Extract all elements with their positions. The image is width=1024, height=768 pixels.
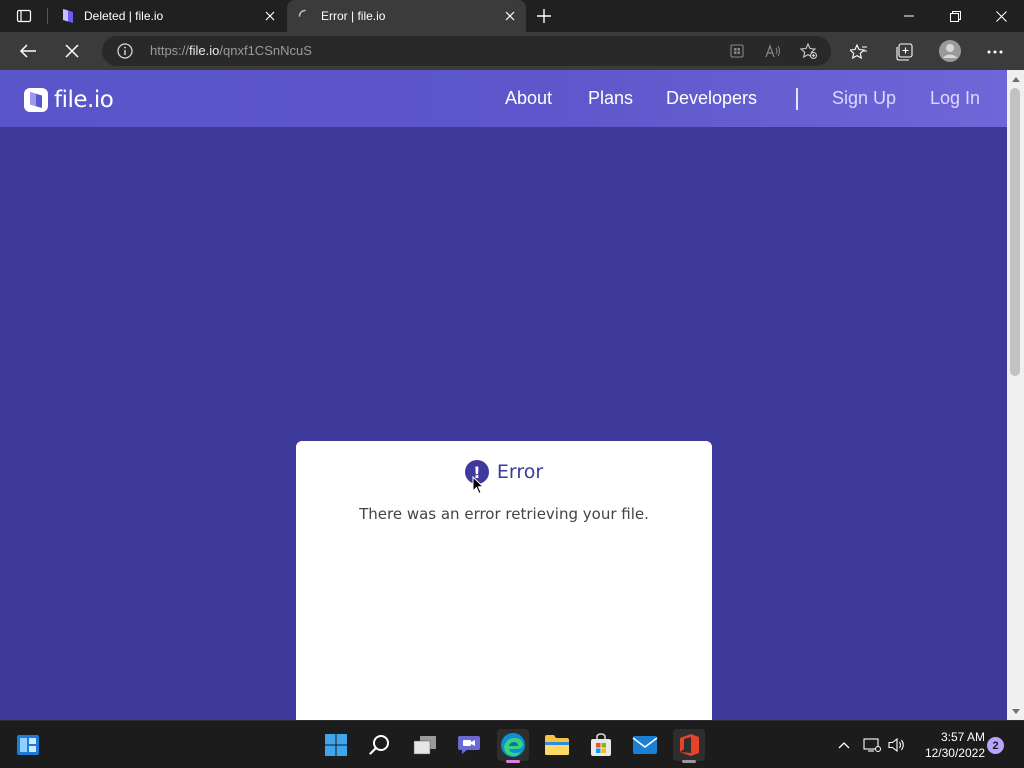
site-logo[interactable]: file.io bbox=[24, 87, 114, 113]
clock-time: 3:57 AM bbox=[940, 730, 985, 744]
error-title: Error bbox=[496, 461, 544, 483]
tab-strip: Deleted | file.io Error | file.io bbox=[0, 0, 1024, 32]
logo-text: file.io bbox=[54, 87, 114, 113]
error-message: There was an error retrieving your file. bbox=[359, 505, 649, 523]
back-arrow-icon[interactable] bbox=[14, 37, 42, 65]
close-window-icon[interactable] bbox=[978, 0, 1024, 32]
notification-badge[interactable]: 2 bbox=[987, 737, 1004, 754]
nav-divider bbox=[796, 88, 798, 110]
taskbar: 3:57 AM 12/30/2022 2 bbox=[0, 720, 1024, 768]
site-header: file.io About Plans Developers Sign Up L… bbox=[0, 70, 1007, 127]
tab-separator bbox=[47, 8, 48, 24]
volume-icon[interactable] bbox=[887, 735, 907, 755]
add-favorite-icon[interactable] bbox=[799, 41, 819, 61]
more-menu-icon[interactable] bbox=[984, 41, 1006, 63]
error-card: ! Error There was an error retrieving yo… bbox=[296, 441, 712, 720]
scroll-up-arrow-icon[interactable] bbox=[1007, 72, 1024, 86]
active-app-indicator bbox=[506, 760, 520, 763]
fileio-favicon-icon bbox=[60, 8, 76, 24]
office-icon[interactable] bbox=[673, 729, 705, 763]
nav-developers[interactable]: Developers bbox=[666, 88, 757, 109]
nav-plans[interactable]: Plans bbox=[588, 88, 633, 109]
tab-close-icon[interactable] bbox=[500, 6, 520, 26]
url-path: /qnxf1CSnNcuS bbox=[219, 43, 312, 58]
task-view-icon[interactable] bbox=[409, 729, 441, 761]
search-icon[interactable] bbox=[364, 729, 396, 761]
fileio-logo-icon bbox=[24, 88, 48, 112]
system-clock[interactable]: 3:57 AM 12/30/2022 bbox=[915, 729, 985, 761]
microsoft-store-icon[interactable] bbox=[585, 729, 617, 761]
tab-deleted[interactable]: Deleted | file.io bbox=[50, 0, 286, 32]
tab-actions-icon[interactable] bbox=[8, 6, 40, 26]
profile-avatar-icon[interactable] bbox=[938, 39, 962, 63]
tab-close-icon[interactable] bbox=[260, 6, 280, 26]
error-heading: ! Error bbox=[296, 460, 712, 484]
app-available-icon[interactable] bbox=[727, 41, 747, 61]
collections-icon[interactable] bbox=[893, 41, 915, 63]
mail-icon[interactable] bbox=[629, 729, 661, 761]
url-host: file.io bbox=[189, 43, 220, 58]
nav-about[interactable]: About bbox=[505, 88, 552, 109]
teams-chat-icon[interactable] bbox=[453, 729, 485, 761]
page-viewport: file.io About Plans Developers Sign Up L… bbox=[0, 70, 1024, 720]
tab-title: Error | file.io bbox=[321, 9, 386, 23]
address-bar[interactable]: https://file.io/qnxf1CSnNcuS bbox=[102, 36, 831, 66]
log-in-link[interactable]: Log In bbox=[930, 88, 980, 109]
mouse-cursor-icon bbox=[472, 476, 484, 495]
site-info-icon[interactable] bbox=[116, 42, 134, 60]
tab-title: Deleted | file.io bbox=[84, 9, 164, 23]
minimize-icon[interactable] bbox=[886, 0, 932, 32]
navigation-bar: https://file.io/qnxf1CSnNcuS bbox=[0, 32, 1024, 70]
widgets-icon[interactable] bbox=[12, 729, 44, 761]
page-scrollbar[interactable] bbox=[1007, 70, 1024, 720]
url-text: https://file.io/qnxf1CSnNcuS bbox=[150, 43, 312, 58]
url-scheme: https:// bbox=[150, 43, 190, 58]
file-explorer-icon[interactable] bbox=[541, 729, 573, 761]
edge-browser-icon[interactable] bbox=[497, 729, 529, 763]
read-aloud-icon[interactable] bbox=[763, 41, 783, 61]
restore-icon[interactable] bbox=[932, 0, 978, 32]
stop-loading-icon[interactable] bbox=[58, 37, 86, 65]
new-tab-icon[interactable] bbox=[534, 6, 554, 26]
tab-error[interactable]: Error | file.io bbox=[287, 0, 526, 32]
network-icon[interactable] bbox=[862, 735, 882, 755]
scrollbar-thumb[interactable] bbox=[1010, 88, 1020, 376]
chevron-up-icon[interactable] bbox=[834, 735, 854, 755]
start-windows-icon[interactable] bbox=[320, 729, 352, 761]
favorites-icon[interactable] bbox=[848, 41, 870, 63]
loading-spinner-icon bbox=[297, 8, 313, 24]
active-app-indicator bbox=[682, 760, 696, 763]
scroll-down-arrow-icon[interactable] bbox=[1007, 704, 1024, 718]
clock-date: 12/30/2022 bbox=[924, 746, 985, 760]
sign-up-link[interactable]: Sign Up bbox=[832, 88, 896, 109]
